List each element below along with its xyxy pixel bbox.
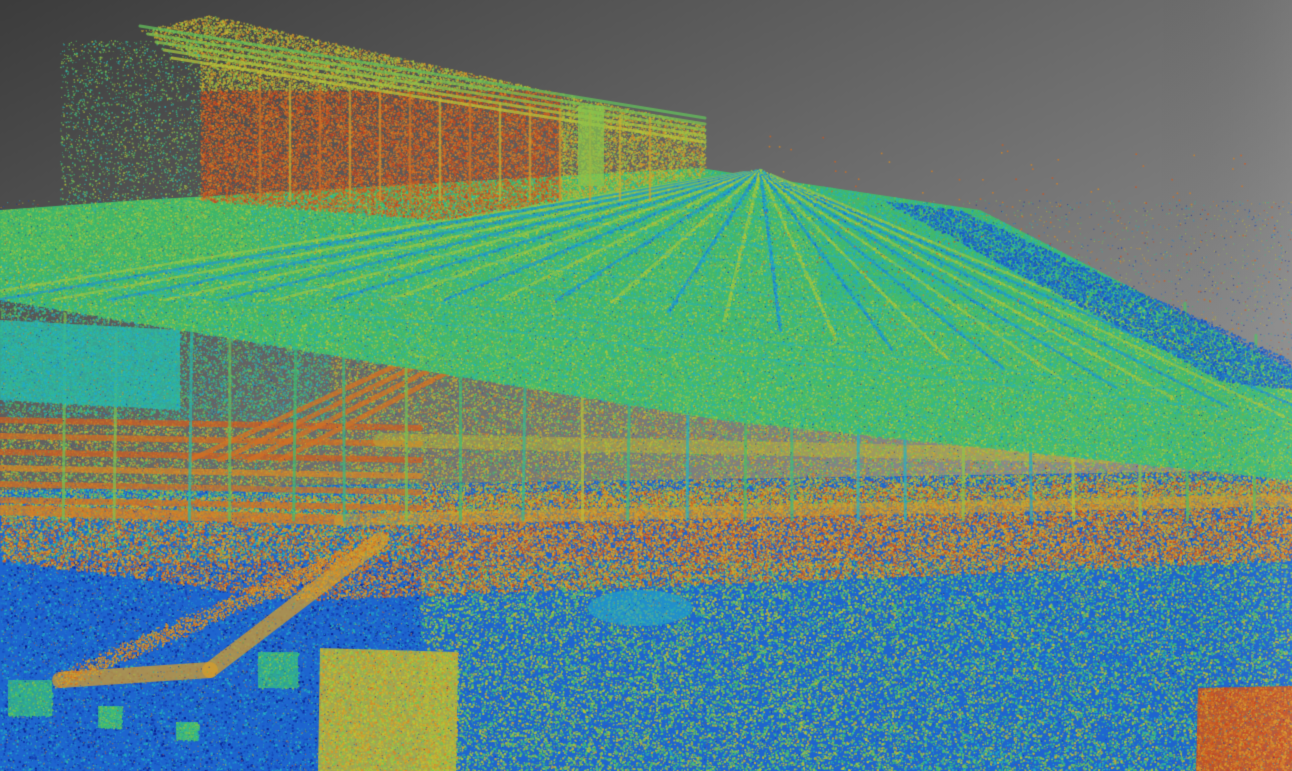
point-cloud-viewport[interactable] [0, 0, 1292, 771]
point-cloud-scan[interactable] [0, 0, 1292, 771]
